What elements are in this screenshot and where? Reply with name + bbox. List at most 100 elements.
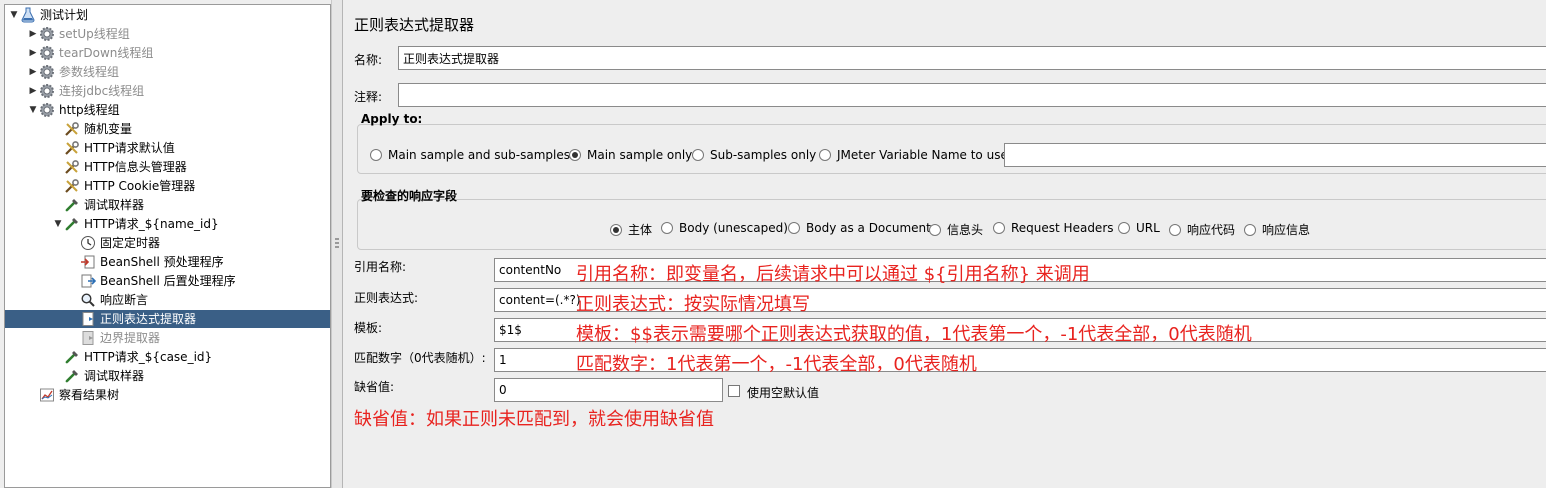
tree-node[interactable]: 随机变量 bbox=[52, 120, 132, 138]
tree-node[interactable]: ▶ setUp线程组 bbox=[27, 25, 130, 43]
gear-icon bbox=[39, 45, 55, 61]
tree-node[interactable]: 察看结果树 bbox=[27, 386, 119, 404]
annotation-match-no: 匹配数字：1代表第一个，-1代表全部，0代表随机 bbox=[576, 354, 977, 375]
expand-toggle-icon[interactable]: ▶ bbox=[27, 25, 39, 43]
radio-label: Main sample and sub-samples bbox=[388, 148, 570, 162]
radio-label: Main sample only bbox=[587, 148, 693, 162]
page-title: 正则表达式提取器 bbox=[354, 16, 475, 34]
tree-node[interactable]: ▶ 参数线程组 bbox=[27, 63, 119, 81]
wrench-icon bbox=[64, 121, 80, 137]
tree-node[interactable]: HTTP请求默认值 bbox=[52, 139, 175, 157]
tree-node[interactable]: 固定定时器 bbox=[68, 234, 160, 252]
collapse-toggle-icon[interactable]: ▼ bbox=[52, 215, 64, 233]
radio-label: 信息头 bbox=[947, 223, 984, 237]
tree-node[interactable]: 边界提取器 bbox=[68, 329, 160, 347]
field-headers-radio[interactable]: 信息头 bbox=[929, 221, 983, 238]
gear-icon bbox=[39, 83, 55, 99]
pane-splitter[interactable] bbox=[331, 0, 343, 488]
radio-label: 响应代码 bbox=[1187, 223, 1236, 237]
tree-node[interactable]: ▶ tearDown线程组 bbox=[27, 44, 153, 62]
match-no-label: 匹配数字（0代表随机）: bbox=[354, 351, 486, 365]
tree-node[interactable]: BeanShell 后置处理程序 bbox=[68, 272, 236, 290]
tree-node-label: 正则表达式提取器 bbox=[100, 312, 197, 326]
splitter-grip bbox=[335, 242, 339, 244]
name-input[interactable] bbox=[398, 46, 1546, 70]
tree-node[interactable]: ▶ 连接jdbc线程组 bbox=[27, 82, 144, 100]
pipette-icon bbox=[64, 349, 80, 365]
radio-indicator bbox=[1244, 223, 1256, 236]
apply-main-only-radio[interactable]: Main sample only bbox=[569, 148, 692, 162]
preprocessor-icon bbox=[80, 254, 96, 270]
tree-node[interactable]: BeanShell 预处理程序 bbox=[68, 253, 224, 271]
wrench-icon bbox=[64, 178, 80, 194]
radio-indicator bbox=[370, 149, 382, 161]
collapse-toggle-icon[interactable]: ▼ bbox=[27, 101, 39, 119]
field-body-radio[interactable]: 主体 bbox=[610, 221, 652, 238]
field-response-message-radio[interactable]: 响应信息 bbox=[1244, 221, 1310, 238]
tree-node-label: HTTP请求_${name_id} bbox=[84, 217, 219, 231]
tree-node[interactable]: 调试取样器 bbox=[52, 196, 144, 214]
field-response-code-radio[interactable]: 响应代码 bbox=[1169, 221, 1235, 238]
radio-indicator bbox=[819, 149, 831, 161]
gear-icon bbox=[39, 26, 55, 42]
field-body-unescaped-radio[interactable]: Body (unescaped) bbox=[661, 221, 788, 235]
wrench-icon bbox=[64, 140, 80, 156]
tree-node[interactable]: HTTP信息头管理器 bbox=[52, 158, 187, 176]
radio-label: Request Headers bbox=[1011, 221, 1114, 235]
tree-node[interactable]: 响应断言 bbox=[68, 291, 148, 309]
tree-node-label: 调试取样器 bbox=[84, 198, 145, 212]
field-request-headers-radio[interactable]: Request Headers bbox=[993, 221, 1114, 235]
tree-node[interactable]: HTTP Cookie管理器 bbox=[52, 177, 195, 195]
flask-icon bbox=[20, 7, 36, 23]
expand-toggle-icon[interactable]: ▶ bbox=[27, 82, 39, 100]
test-plan-tree[interactable]: ▼ 测试计划 ▶ setUp线程组 ▶ tearDown线程组 ▶ 参数线程组 ▶ 连接jdbc线… bbox=[4, 4, 331, 488]
radio-indicator bbox=[610, 223, 622, 236]
tree-node-label: 参数线程组 bbox=[59, 65, 120, 79]
radio-label: Body (unescaped) bbox=[679, 221, 788, 235]
apply-variable-radio[interactable]: JMeter Variable Name to use bbox=[819, 148, 1008, 162]
tree-node[interactable]: 调试取样器 bbox=[52, 367, 144, 385]
collapse-toggle-icon[interactable]: ▼ bbox=[8, 6, 20, 24]
tree-node-label: 响应断言 bbox=[100, 293, 149, 307]
pipette-icon bbox=[64, 197, 80, 213]
wrench-icon bbox=[64, 159, 80, 175]
tree-node[interactable]: ▼ 测试计划 bbox=[8, 6, 88, 24]
use-empty-default-checkbox[interactable] bbox=[728, 385, 740, 397]
field-url-radio[interactable]: URL bbox=[1118, 221, 1160, 235]
comment-input[interactable] bbox=[398, 83, 1546, 107]
apply-to-title: Apply to: bbox=[361, 112, 423, 126]
tree-node-label: 边界提取器 bbox=[100, 331, 161, 345]
annotation-ref-name: 引用名称：即变量名，后续请求中可以通过 ${引用名称} 来调用 bbox=[576, 264, 1090, 285]
expand-toggle-icon[interactable]: ▶ bbox=[27, 44, 39, 62]
tree-node[interactable]: ▼ HTTP请求_${name_id} bbox=[52, 215, 219, 233]
apply-main-and-sub-radio[interactable]: Main sample and sub-samples bbox=[370, 148, 570, 162]
name-label: 名称: bbox=[354, 53, 383, 67]
extractor-gray-icon bbox=[80, 330, 96, 346]
tree-node-label: 固定定时器 bbox=[100, 236, 161, 250]
pipette-icon bbox=[64, 368, 80, 384]
default-value-input[interactable] bbox=[494, 378, 723, 402]
comment-label: 注释: bbox=[354, 90, 383, 104]
tree-node-label: 察看结果树 bbox=[59, 388, 120, 402]
jmeter-variable-input[interactable] bbox=[1004, 143, 1546, 167]
tree-node[interactable]: ▼ http线程组 bbox=[27, 101, 120, 119]
tree-node-label: HTTP信息头管理器 bbox=[84, 160, 187, 174]
splitter-grip bbox=[335, 238, 339, 240]
apply-sub-only-radio[interactable]: Sub-samples only bbox=[692, 148, 816, 162]
splitter-grip bbox=[335, 246, 339, 248]
radio-indicator bbox=[788, 222, 800, 234]
tree-node-label: 测试计划 bbox=[40, 8, 89, 22]
tree-node-label: tearDown线程组 bbox=[59, 46, 154, 60]
gear-icon bbox=[39, 102, 55, 118]
tree-node-label: HTTP请求_${case_id} bbox=[84, 350, 213, 364]
tree-node[interactable]: HTTP请求_${case_id} bbox=[52, 348, 212, 366]
tree-node-label: 连接jdbc线程组 bbox=[59, 84, 145, 98]
field-body-document-radio[interactable]: Body as a Document bbox=[788, 221, 931, 235]
expand-toggle-icon[interactable]: ▶ bbox=[27, 63, 39, 81]
chart-icon bbox=[39, 387, 55, 403]
postprocessor-icon bbox=[80, 273, 96, 289]
tree-node[interactable]: 正则表达式提取器 bbox=[5, 310, 330, 328]
regex-label: 正则表达式: bbox=[354, 291, 419, 305]
field-to-check-title: 要检查的响应字段 bbox=[361, 189, 458, 203]
tree-node-label: HTTP请求默认值 bbox=[84, 141, 175, 155]
